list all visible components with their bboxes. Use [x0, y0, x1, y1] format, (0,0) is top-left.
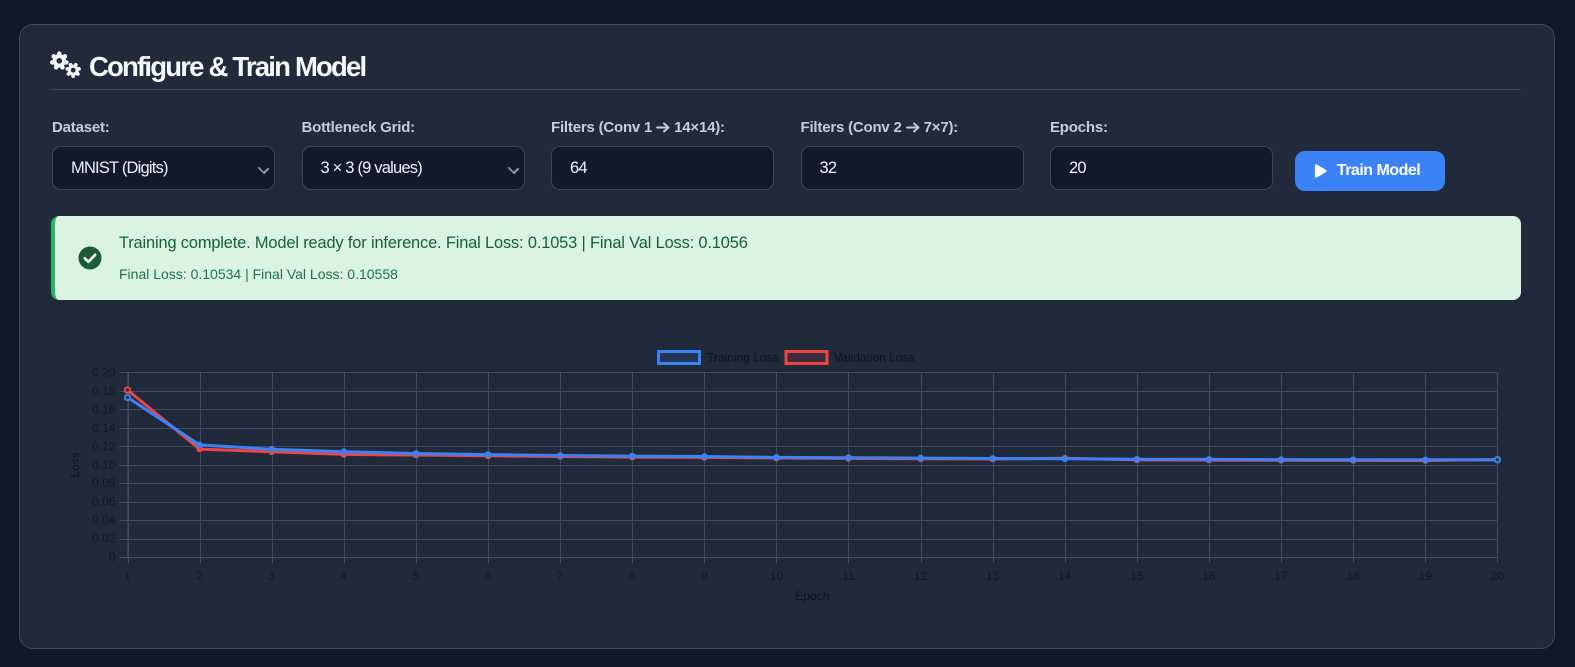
svg-text:11: 11: [842, 569, 855, 583]
svg-text:12: 12: [914, 569, 928, 583]
svg-text:20: 20: [1491, 569, 1505, 583]
svg-text:18: 18: [1347, 569, 1361, 583]
svg-text:15: 15: [1130, 569, 1144, 583]
svg-text:0.20: 0.20: [92, 366, 116, 380]
svg-text:13: 13: [986, 569, 1000, 583]
svg-text:7: 7: [557, 569, 564, 583]
svg-text:9: 9: [701, 569, 708, 583]
svg-text:0.12: 0.12: [92, 439, 116, 453]
svg-text:0.16: 0.16: [92, 402, 116, 416]
svg-text:0.02: 0.02: [92, 532, 116, 546]
svg-text:0: 0: [109, 550, 116, 564]
svg-text:Validation Loss: Validation Loss: [834, 351, 915, 365]
svg-text:0.10: 0.10: [92, 458, 116, 472]
svg-text:0.18: 0.18: [92, 384, 116, 398]
svg-text:Epoch: Epoch: [795, 589, 829, 603]
svg-text:10: 10: [770, 569, 784, 583]
svg-text:5: 5: [413, 569, 420, 583]
svg-text:2: 2: [196, 569, 203, 583]
svg-text:17: 17: [1274, 569, 1288, 583]
svg-text:0.08: 0.08: [92, 476, 116, 490]
svg-text:1: 1: [124, 569, 131, 583]
svg-text:Training Loss: Training Loss: [707, 351, 779, 365]
svg-text:19: 19: [1419, 569, 1433, 583]
svg-text:3: 3: [268, 569, 275, 583]
svg-text:0.06: 0.06: [92, 495, 116, 509]
svg-text:16: 16: [1202, 569, 1216, 583]
svg-text:6: 6: [485, 569, 492, 583]
svg-text:Loss: Loss: [68, 452, 82, 477]
svg-text:4: 4: [340, 569, 347, 583]
svg-text:14: 14: [1058, 569, 1072, 583]
svg-text:8: 8: [629, 569, 636, 583]
svg-text:0.04: 0.04: [92, 513, 116, 527]
svg-text:0.14: 0.14: [92, 421, 116, 435]
